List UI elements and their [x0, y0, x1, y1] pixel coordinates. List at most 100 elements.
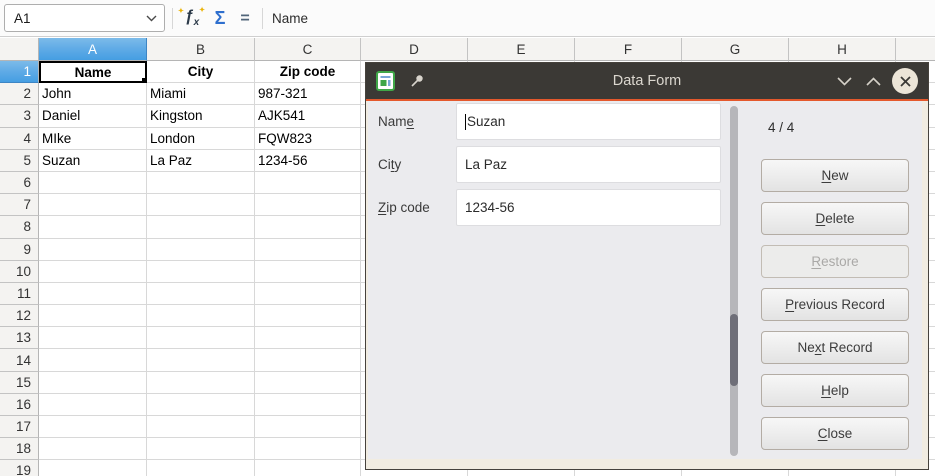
cell-C17[interactable] [255, 416, 361, 438]
cell-A8[interactable] [39, 216, 147, 238]
chevron-down-icon[interactable] [146, 15, 157, 22]
cell-B8[interactable] [147, 216, 255, 238]
cell-C6[interactable] [255, 172, 361, 194]
cell-C15[interactable] [255, 372, 361, 394]
cell-A16[interactable] [39, 394, 147, 416]
cell-B18[interactable] [147, 438, 255, 460]
cell-B12[interactable] [147, 305, 255, 327]
column-header-H[interactable]: H [789, 38, 896, 61]
cell-A18[interactable] [39, 438, 147, 460]
cell-A19[interactable] [39, 460, 147, 476]
row-header-6[interactable]: 6 [0, 172, 39, 194]
close-icon[interactable] [892, 68, 918, 94]
delete-button[interactable]: Delete [761, 202, 909, 235]
cell-C19[interactable] [255, 460, 361, 476]
cell-A13[interactable] [39, 327, 147, 349]
cell-A6[interactable] [39, 172, 147, 194]
name-box[interactable]: A1 [4, 4, 165, 32]
row-header-8[interactable]: 8 [0, 216, 39, 238]
cell-B15[interactable] [147, 372, 255, 394]
cell-C9[interactable] [255, 239, 361, 261]
row-header-18[interactable]: 18 [0, 438, 39, 460]
formula-input[interactable]: Name [272, 0, 308, 37]
column-header-C[interactable]: C [255, 38, 361, 61]
cell-C13[interactable] [255, 327, 361, 349]
close-button[interactable]: Close [761, 417, 909, 450]
row-header-19[interactable]: 19 [0, 460, 39, 476]
column-header-A[interactable]: A [39, 38, 147, 61]
new-button[interactable]: New [761, 159, 909, 192]
cell-B16[interactable] [147, 394, 255, 416]
cell-B3[interactable]: Kingston [147, 105, 255, 127]
cell-B13[interactable] [147, 327, 255, 349]
row-header-3[interactable]: 3 [0, 105, 39, 127]
cell-C3[interactable]: AJK541 [255, 105, 361, 127]
cell-C16[interactable] [255, 394, 361, 416]
cell-C11[interactable] [255, 283, 361, 305]
cell-A14[interactable] [39, 349, 147, 371]
cell-C1[interactable]: Zip code [255, 61, 361, 83]
shade-down-icon[interactable] [836, 73, 852, 89]
pin-icon[interactable] [408, 73, 425, 90]
function-wizard-icon[interactable]: ✦ ✦ ƒx [178, 0, 206, 37]
sum-icon[interactable]: Σ [208, 0, 232, 37]
next-record-button[interactable]: Next Record [761, 331, 909, 364]
cell-B5[interactable]: La Paz [147, 150, 255, 172]
dialog-titlebar[interactable]: Data Form [366, 63, 928, 99]
column-header-I[interactable]: I [896, 38, 935, 61]
cell-B7[interactable] [147, 194, 255, 216]
cell-C10[interactable] [255, 261, 361, 283]
cell-C2[interactable]: 987-321 [255, 83, 361, 105]
cell-C4[interactable]: FQW823 [255, 128, 361, 150]
column-header-G[interactable]: G [682, 38, 789, 61]
zip-code-input[interactable]: 1234-56 [456, 189, 721, 226]
cell-A15[interactable] [39, 372, 147, 394]
help-button[interactable]: Help [761, 374, 909, 407]
cell-C18[interactable] [255, 438, 361, 460]
row-header-14[interactable]: 14 [0, 349, 39, 371]
row-header-1[interactable]: 1 [0, 61, 39, 83]
cell-A1[interactable]: Name [39, 61, 147, 83]
row-header-15[interactable]: 15 [0, 372, 39, 394]
cell-A5[interactable]: Suzan [39, 150, 147, 172]
row-header-7[interactable]: 7 [0, 194, 39, 216]
row-header-4[interactable]: 4 [0, 128, 39, 150]
row-header-17[interactable]: 17 [0, 416, 39, 438]
cell-B2[interactable]: Miami [147, 83, 255, 105]
cell-B11[interactable] [147, 283, 255, 305]
cell-B6[interactable] [147, 172, 255, 194]
cell-C12[interactable] [255, 305, 361, 327]
cell-B19[interactable] [147, 460, 255, 476]
shade-up-icon[interactable] [865, 73, 881, 89]
cell-A10[interactable] [39, 261, 147, 283]
formula-icon[interactable]: = [234, 0, 256, 37]
cell-A9[interactable] [39, 239, 147, 261]
row-header-5[interactable]: 5 [0, 150, 39, 172]
cell-A4[interactable]: MIke [39, 128, 147, 150]
row-header-11[interactable]: 11 [0, 283, 39, 305]
cell-C7[interactable] [255, 194, 361, 216]
cell-C8[interactable] [255, 216, 361, 238]
cell-B9[interactable] [147, 239, 255, 261]
row-header-12[interactable]: 12 [0, 305, 39, 327]
column-header-E[interactable]: E [468, 38, 575, 61]
row-header-2[interactable]: 2 [0, 83, 39, 105]
column-header-B[interactable]: B [147, 38, 255, 61]
select-all-corner[interactable] [0, 38, 39, 61]
row-header-10[interactable]: 10 [0, 261, 39, 283]
city-input[interactable]: La Paz [456, 146, 721, 183]
cell-A2[interactable]: John [39, 83, 147, 105]
cell-B4[interactable]: London [147, 128, 255, 150]
cell-A7[interactable] [39, 194, 147, 216]
cell-A17[interactable] [39, 416, 147, 438]
column-header-D[interactable]: D [361, 38, 468, 61]
row-header-9[interactable]: 9 [0, 239, 39, 261]
cell-A11[interactable] [39, 283, 147, 305]
cell-B10[interactable] [147, 261, 255, 283]
name-input[interactable]: Suzan [456, 103, 721, 140]
cell-B1[interactable]: City [147, 61, 255, 83]
record-scrollbar[interactable] [730, 106, 738, 456]
row-header-13[interactable]: 13 [0, 327, 39, 349]
record-scrollbar-thumb[interactable] [730, 314, 738, 386]
column-header-F[interactable]: F [575, 38, 682, 61]
